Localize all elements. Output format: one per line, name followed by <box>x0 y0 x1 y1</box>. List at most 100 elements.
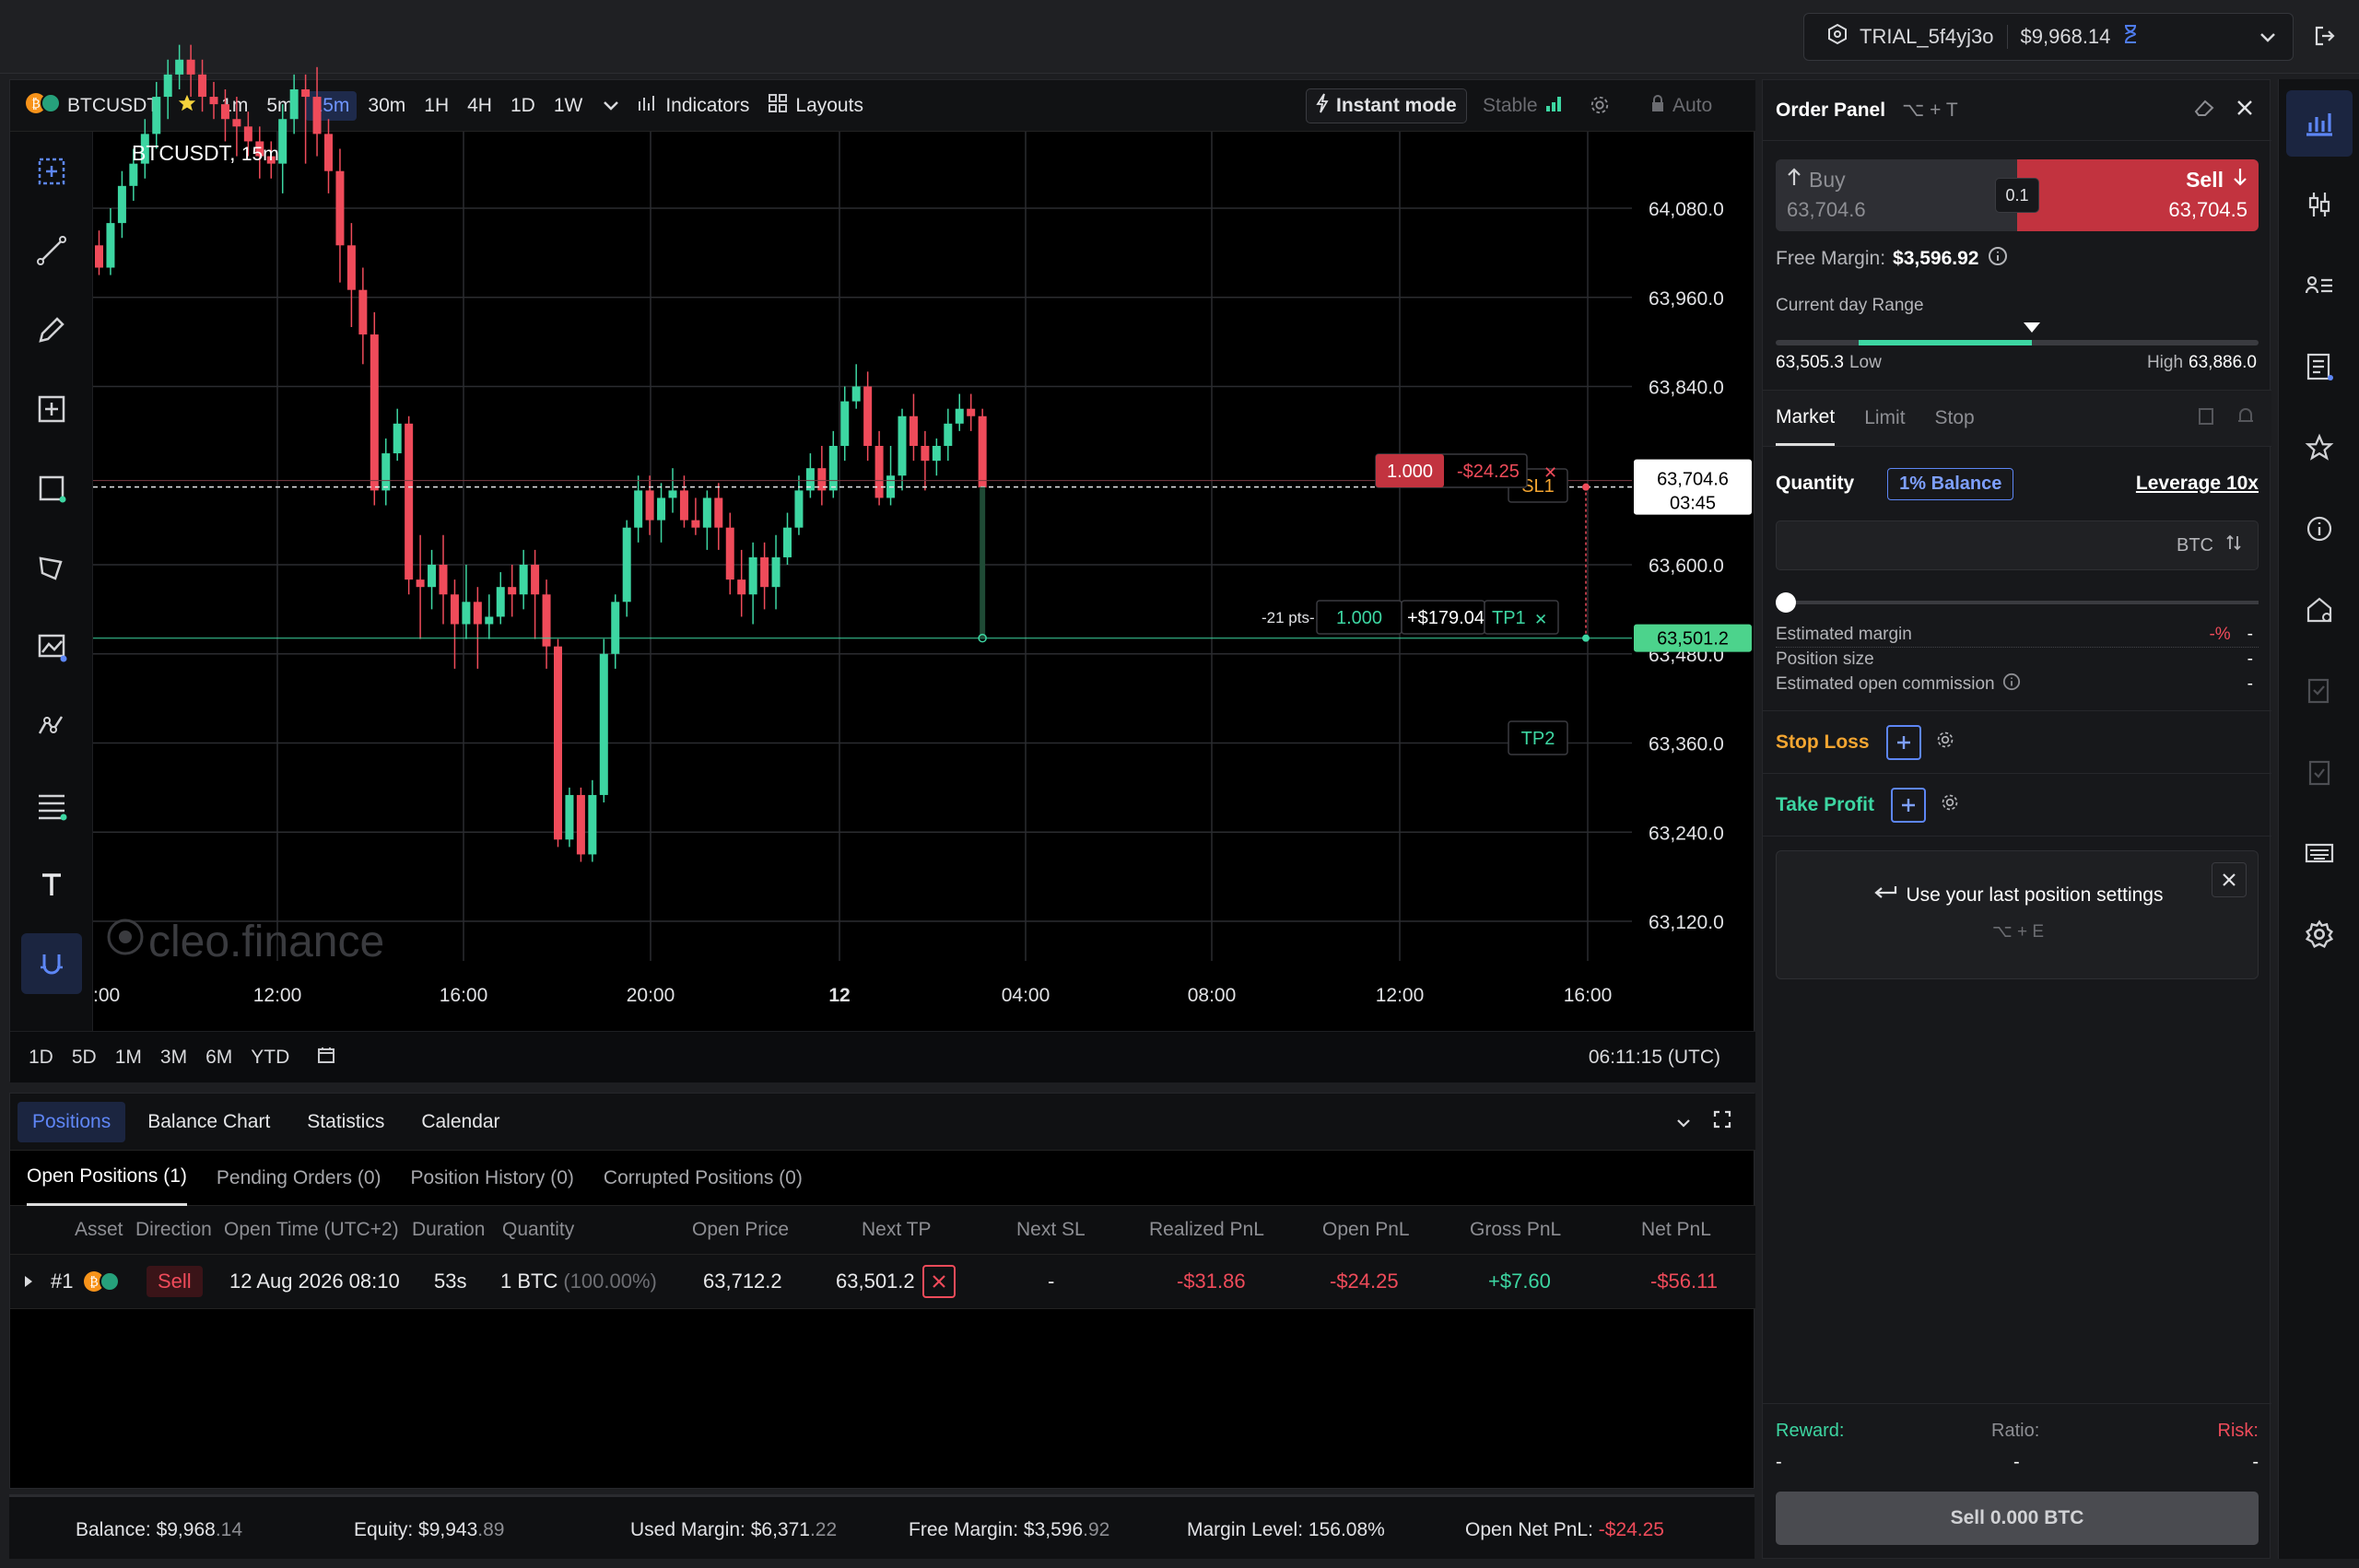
keyboard-icon[interactable] <box>2279 813 2359 894</box>
chevron-down-icon[interactable] <box>1676 1111 1691 1133</box>
pencil-tool[interactable] <box>10 290 93 369</box>
swap-icon[interactable] <box>2226 534 2241 556</box>
timeframe-1m[interactable]: 1m <box>214 91 255 121</box>
polygon-tool[interactable] <box>10 528 93 607</box>
quantity-slider[interactable] <box>1776 592 2259 613</box>
account-selector[interactable]: TRIAL_5f4yj3o $9,968.14 <box>1803 13 2294 61</box>
tab-stop[interactable]: Stop <box>1935 391 1975 446</box>
column-header[interactable]: Next SL <box>1016 1206 1086 1254</box>
magnet-tool[interactable] <box>10 924 93 1003</box>
subtab-2[interactable]: Position History (0) <box>411 1151 574 1206</box>
auto-toggle[interactable]: Auto <box>1650 88 1712 123</box>
instant-mode-button[interactable]: Instant mode <box>1306 88 1467 123</box>
timeframe-15m[interactable]: 15m <box>304 90 358 121</box>
info-icon[interactable] <box>2002 673 2021 696</box>
text-tool[interactable] <box>10 845 93 924</box>
indicators-button[interactable]: Indicators <box>665 95 749 117</box>
clipboard-icon[interactable] <box>2198 406 2214 430</box>
range-5D[interactable]: 5D <box>72 1047 97 1069</box>
candlestick-chart[interactable]: 64,080.063,960.063,840.063,600.063,480.0… <box>93 44 1755 1031</box>
chevron-down-icon[interactable] <box>2259 25 2276 49</box>
submit-order-button[interactable]: Sell 0.000 BTC <box>1776 1492 2259 1545</box>
add-shape-tool[interactable] <box>10 369 93 449</box>
alarm-icon[interactable] <box>2236 406 2255 430</box>
timeframe-1H[interactable]: 1H <box>417 91 456 121</box>
column-header[interactable]: Quantity <box>502 1206 574 1254</box>
close-icon[interactable] <box>2236 99 2253 122</box>
image-tool[interactable] <box>10 607 93 686</box>
timeframe-1D[interactable]: 1D <box>503 91 543 121</box>
gear-icon[interactable] <box>1941 793 1959 817</box>
info-icon[interactable] <box>1988 246 2008 272</box>
info-icon[interactable] <box>2279 488 2359 569</box>
expand-icon[interactable] <box>1713 1110 1731 1134</box>
tab-statistics[interactable]: Statistics <box>292 1102 399 1142</box>
news-icon[interactable] <box>2279 326 2359 407</box>
subtab-3[interactable]: Corrupted Positions (0) <box>604 1151 803 1206</box>
star-icon[interactable] <box>2279 407 2359 488</box>
range-6M[interactable]: 6M <box>205 1047 232 1069</box>
slider-thumb[interactable] <box>1776 592 1796 613</box>
column-header[interactable]: Gross PnL <box>1470 1206 1561 1254</box>
chart-canvas[interactable]: 64,080.0 63,960.0 63,840.0 63,600.0 63,480.0… <box>93 44 1755 1031</box>
trendline-tool[interactable] <box>10 211 93 290</box>
range-1M[interactable]: 1M <box>115 1047 142 1069</box>
chevron-down-icon[interactable] <box>603 95 619 117</box>
column-header[interactable]: Open PnL <box>1322 1206 1410 1254</box>
tab-calendar[interactable]: Calendar <box>406 1102 514 1142</box>
layouts-button[interactable]: Layouts <box>795 95 863 117</box>
range-1D[interactable]: 1D <box>29 1047 53 1069</box>
user-list-icon[interactable] <box>2279 245 2359 326</box>
subtab-0[interactable]: Open Positions (1) <box>27 1151 187 1206</box>
free-margin-label: Free Margin: <box>909 1519 1019 1540</box>
column-header[interactable]: Direction <box>135 1206 212 1254</box>
quantity-input[interactable]: BTC <box>1776 521 2259 570</box>
cancel-tp-button[interactable] <box>922 1255 956 1308</box>
tab-positions[interactable]: Positions <box>18 1101 126 1142</box>
column-header[interactable]: Open Price <box>692 1206 789 1254</box>
add-stop-loss-button[interactable] <box>1885 724 1921 760</box>
commission-row: Estimated open commission - <box>1776 672 2259 697</box>
order-panel-nav[interactable] <box>2279 83 2359 164</box>
balance-percent-button[interactable]: 1% Balance <box>1887 467 2014 500</box>
logout-icon[interactable] <box>2313 24 2337 53</box>
sell-button[interactable]: Sell 63,704.5 <box>2017 159 2259 231</box>
expand-row-icon[interactable] <box>23 1255 34 1308</box>
column-header[interactable]: Duration <box>412 1206 485 1254</box>
checklist-icon[interactable] <box>2279 731 2359 813</box>
pattern-tool[interactable] <box>10 686 93 766</box>
table-row[interactable]: #1 ₿ Sell 12 Aug 2026 08:10 53s 1 BTC (1… <box>10 1254 1755 1309</box>
timeframe-30m[interactable]: 30m <box>360 91 413 121</box>
timeframe-1W[interactable]: 1W <box>546 91 591 121</box>
sliders-icon[interactable] <box>2279 164 2359 245</box>
column-header[interactable]: Next TP <box>862 1206 931 1254</box>
star-icon[interactable] <box>177 93 197 119</box>
gear-icon[interactable] <box>1936 731 1954 755</box>
position-size-label: Position size <box>1776 649 1874 669</box>
tab-balance-chart[interactable]: Balance Chart <box>133 1102 285 1142</box>
timeframe-4H[interactable]: 4H <box>460 91 499 121</box>
buy-button[interactable]: Buy 63,704.6 <box>1776 159 2017 231</box>
journal-icon[interactable] <box>2279 650 2359 731</box>
column-header[interactable]: Open Time (UTC+2) <box>224 1206 399 1254</box>
calendar-icon[interactable] <box>317 1046 335 1070</box>
last-settings-card[interactable]: Use your last position settings ⌥ + E <box>1776 850 2259 979</box>
tab-limit[interactable]: Limit <box>1864 391 1905 446</box>
gear-icon[interactable] <box>2279 894 2359 975</box>
fib-tool[interactable] <box>10 766 93 845</box>
crosshair-tool[interactable] <box>10 132 93 211</box>
add-take-profit-button[interactable] <box>1890 787 1926 823</box>
leverage-link[interactable]: Leverage 10x <box>2136 473 2259 495</box>
range-YTD[interactable]: YTD <box>251 1047 289 1069</box>
alert-house-icon[interactable] <box>2279 569 2359 650</box>
gear-icon[interactable] <box>1590 95 1610 121</box>
symbol-label[interactable]: BTCUSDT <box>67 95 158 117</box>
column-header[interactable]: Realized PnL <box>1149 1206 1264 1254</box>
column-header[interactable]: Asset <box>75 1206 123 1254</box>
column-header[interactable]: Net PnL <box>1641 1206 1711 1254</box>
range-3M[interactable]: 3M <box>160 1047 187 1069</box>
rectangle-tool[interactable] <box>10 449 93 528</box>
tab-market[interactable]: Market <box>1776 391 1836 446</box>
subtab-1[interactable]: Pending Orders (0) <box>217 1151 381 1206</box>
eraser-icon[interactable] <box>2194 99 2214 123</box>
